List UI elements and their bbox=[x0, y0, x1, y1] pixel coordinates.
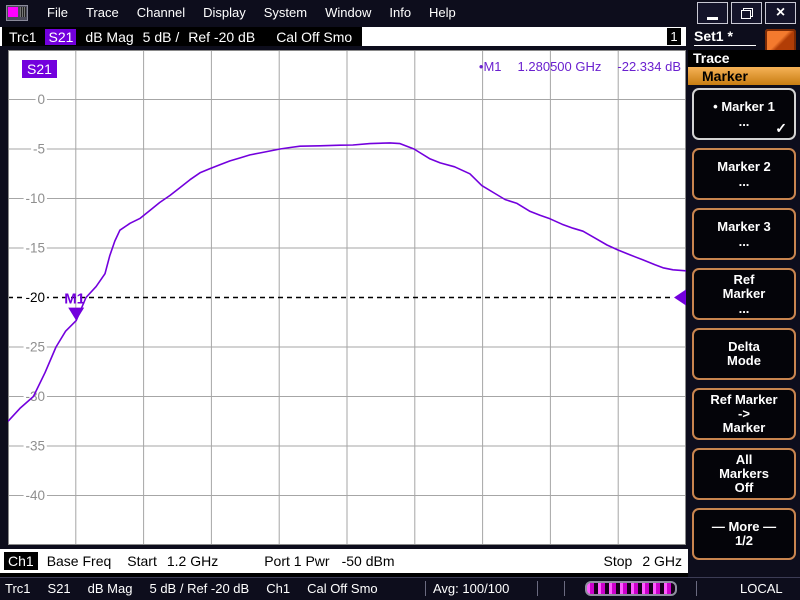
svg-text:0: 0 bbox=[37, 92, 45, 107]
softkey-more[interactable]: — More — 1/2 bbox=[692, 508, 796, 560]
status-bar: Trc1 S21 dB Mag 5 dB / Ref -20 dB Ch1 Ca… bbox=[0, 577, 800, 600]
restore-button[interactable] bbox=[731, 2, 762, 24]
svg-text:-5: -5 bbox=[33, 142, 45, 157]
trace-cal-state: Cal Off Smo bbox=[276, 28, 353, 45]
status-separator bbox=[537, 581, 538, 596]
softkey-label: Marker 2 bbox=[717, 159, 771, 174]
trace-plot: 0-5-10-15-20-25-30-35-40M1 bbox=[8, 50, 686, 545]
menu-system[interactable]: System bbox=[255, 5, 316, 20]
svg-text:-10: -10 bbox=[25, 191, 45, 206]
status-scale-ref: 5 dB / Ref -20 dB bbox=[149, 581, 250, 596]
softkey-ellipsis: ... bbox=[738, 301, 750, 316]
stop-freq-label: Stop bbox=[603, 553, 633, 569]
status-trace-summary: Trc1 S21 dB Mag 5 dB / Ref -20 dB Ch1 Ca… bbox=[5, 581, 378, 596]
softkey-label: — More — 1/2 bbox=[711, 519, 777, 548]
softkey-marker-1[interactable]: • Marker 1 ... ✓ bbox=[692, 88, 796, 140]
softkey-label: Ref Marker bbox=[722, 272, 766, 301]
diagram-area-number: 1 bbox=[667, 28, 681, 45]
diagram-area: 0 -5 -10 -15 -20 -25 -30 -35 -40 M1 S21 •M1 1.280… bbox=[8, 50, 686, 545]
status-channel: Ch1 bbox=[266, 581, 291, 596]
softkey-marker-3[interactable]: Marker 3 ... bbox=[692, 208, 796, 260]
start-freq-label: Start bbox=[127, 553, 157, 569]
trace-ref[interactable]: Ref -20 dB bbox=[188, 29, 255, 45]
softkey-sidebar: Set1 * Trace Marker • Marker 1 ... ✓ Mar… bbox=[688, 25, 800, 577]
softkey-label: All Markers Off bbox=[719, 452, 769, 495]
start-freq-value[interactable]: 1.2 GHz bbox=[167, 553, 218, 569]
svg-text:-25: -25 bbox=[25, 340, 45, 355]
close-button[interactable]: × bbox=[765, 2, 796, 24]
softkey-column: • Marker 1 ... ✓ Marker 2 ... Marker 3 .… bbox=[692, 88, 796, 560]
status-cal-state: Cal Off Smo bbox=[307, 581, 378, 596]
status-format: dB Mag bbox=[87, 581, 133, 596]
status-separator bbox=[425, 581, 426, 596]
stop-freq-value[interactable]: 2 GHz bbox=[642, 553, 682, 569]
marker-readout: •M1 1.280500 GHz -22.334 dB bbox=[479, 59, 681, 74]
setup-name: Set1 * bbox=[694, 28, 756, 46]
marker-readout-freq: 1.280500 GHz bbox=[517, 59, 602, 74]
menu-channel[interactable]: Channel bbox=[128, 5, 194, 20]
status-separator bbox=[564, 581, 565, 596]
channel-sweep-type: Base Freq bbox=[46, 553, 112, 569]
channel-name-chip[interactable]: Ch1 bbox=[4, 552, 38, 570]
trace-name[interactable]: Trc1 bbox=[9, 29, 36, 45]
trace-format[interactable]: dB Mag bbox=[85, 29, 133, 45]
trace-scale[interactable]: 5 dB / bbox=[143, 29, 180, 45]
sidebar-menu-title: Trace bbox=[688, 50, 800, 67]
remote-local-mode: LOCAL bbox=[740, 581, 783, 596]
minimize-icon bbox=[707, 17, 718, 20]
port-power-value[interactable]: -50 dBm bbox=[342, 553, 395, 569]
trace-info-bar: Trc1 S21 dB Mag 5 dB / Ref -20 dB Cal Of… bbox=[0, 27, 686, 46]
menu-info[interactable]: Info bbox=[380, 5, 420, 20]
menu-trace[interactable]: Trace bbox=[77, 5, 128, 20]
window-controls: × bbox=[697, 2, 796, 24]
status-trace: Trc1 bbox=[5, 581, 31, 596]
softkey-ellipsis: ... bbox=[738, 114, 750, 129]
svg-text:M1: M1 bbox=[64, 291, 85, 308]
softkey-marker-2[interactable]: Marker 2 ... bbox=[692, 148, 796, 200]
svg-text:-35: -35 bbox=[25, 439, 45, 454]
softkey-ellipsis: ... bbox=[738, 234, 750, 249]
softkey-label: Marker 3 bbox=[717, 219, 771, 234]
softkey-label: • Marker 1 bbox=[713, 99, 775, 114]
check-icon: ✓ bbox=[775, 120, 787, 136]
average-count: Avg: 100/100 bbox=[433, 581, 510, 596]
port-power-label: Port 1 Pwr bbox=[264, 553, 330, 569]
menu-file[interactable]: File bbox=[38, 5, 77, 20]
softkey-label: Delta Mode bbox=[727, 339, 761, 368]
softkey-ref-marker[interactable]: Ref Marker ... bbox=[692, 268, 796, 320]
sidebar-submenu-marker[interactable]: Marker bbox=[688, 67, 800, 85]
svg-text:-15: -15 bbox=[25, 241, 45, 256]
app-icon[interactable] bbox=[6, 4, 28, 21]
marker-readout-value: -22.334 dB bbox=[617, 59, 681, 74]
marker-readout-name: •M1 bbox=[478, 59, 502, 74]
svg-text:-40: -40 bbox=[25, 488, 45, 503]
close-icon: × bbox=[775, 4, 786, 21]
menu-help[interactable]: Help bbox=[420, 5, 465, 20]
softkey-ellipsis: ... bbox=[738, 174, 750, 189]
softkey-delta-mode[interactable]: Delta Mode bbox=[692, 328, 796, 380]
status-separator bbox=[696, 581, 697, 596]
channel-info-bar: Ch1 Base Freq Start 1.2 GHz Port 1 Pwr -… bbox=[0, 549, 688, 573]
sweep-progress-bar bbox=[585, 581, 677, 596]
softkey-label: Ref Marker -> Marker bbox=[710, 392, 778, 435]
menu-window[interactable]: Window bbox=[316, 5, 380, 20]
trace-info-text[interactable]: Trc1 S21 dB Mag 5 dB / Ref -20 dB Cal Of… bbox=[2, 27, 363, 46]
menu-display[interactable]: Display bbox=[194, 5, 255, 20]
status-parameter: S21 bbox=[47, 581, 71, 596]
softkey-ref-marker-to-marker[interactable]: Ref Marker -> Marker bbox=[692, 388, 796, 440]
restore-icon bbox=[740, 7, 753, 19]
minimize-button[interactable] bbox=[697, 2, 728, 24]
trace-parameter-chip[interactable]: S21 bbox=[45, 28, 77, 45]
menu-bar: File Trace Channel Display System Window… bbox=[0, 0, 800, 25]
svg-text:-20: -20 bbox=[25, 290, 45, 305]
trace-label-chip[interactable]: S21 bbox=[22, 60, 57, 78]
softkey-all-markers-off[interactable]: All Markers Off bbox=[692, 448, 796, 500]
